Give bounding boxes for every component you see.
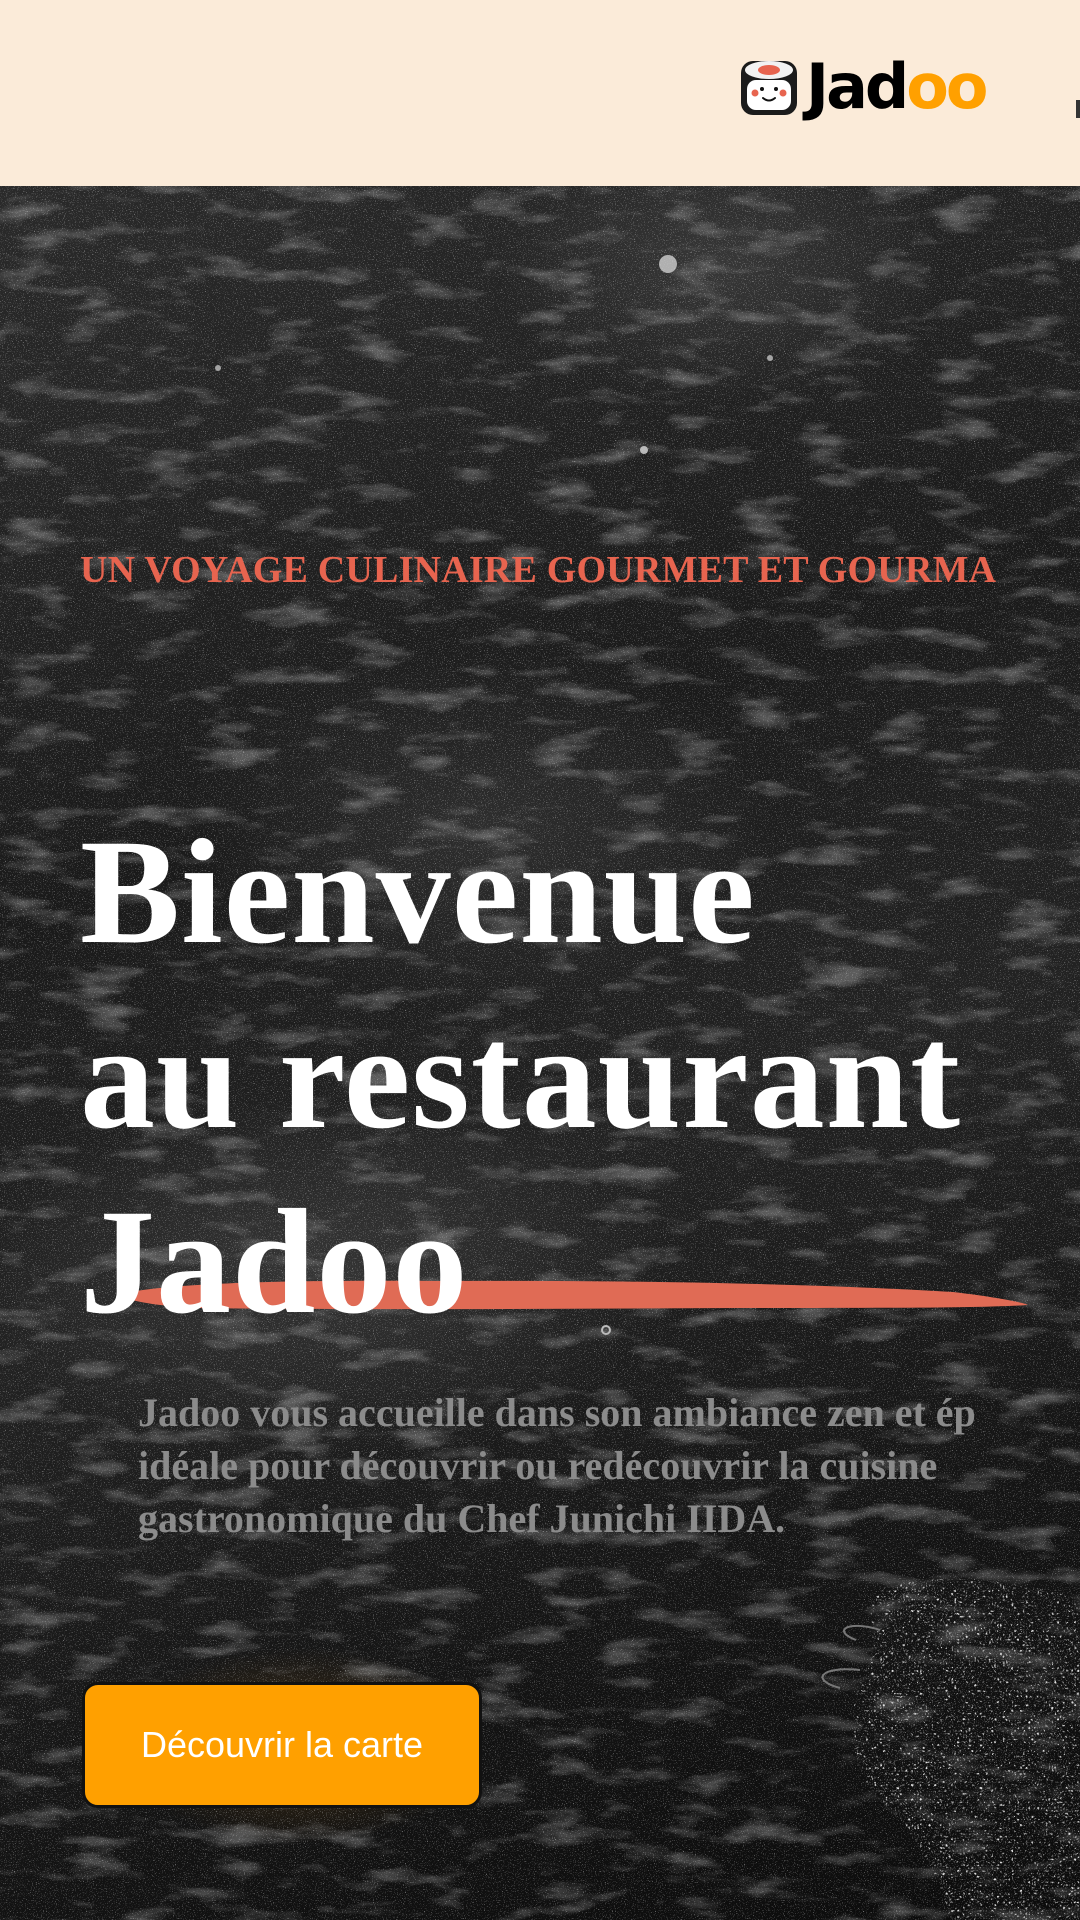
menu-toggle-icon[interactable] [1076, 100, 1080, 118]
brand-wordmark: Jadoo [806, 50, 989, 123]
brand-suffix: oo [906, 50, 988, 123]
hero-tagline: UN VOYAGE CULINAIRE GOURMET ET GOURMA [80, 549, 997, 591]
brand-prefix: Jad [806, 50, 909, 123]
sushi-roll-mascot-icon [741, 61, 797, 115]
discover-menu-button[interactable]: Découvrir la carte [82, 1682, 482, 1808]
hero-description-line: Jadoo vous accueille dans son ambiance z… [138, 1390, 976, 1435]
hero-title: Bienvenue au restaurant Jadoo [80, 800, 961, 1355]
hero-title-line: Jadoo [80, 1179, 469, 1345]
hero-title-line: Bienvenue [80, 809, 756, 975]
hero-title-line: au restaurant [80, 994, 962, 1160]
cheesecloth-image [821, 1579, 1080, 1920]
hero-description: Jadoo vous accueille dans son ambiance z… [138, 1386, 1080, 1545]
hero-description-line: idéale pour découvrir ou redécouvrir la … [138, 1443, 938, 1488]
hero-section: UN VOYAGE CULINAIRE GOURMET ET GOURMA Bi… [0, 186, 1080, 1920]
brand-logo[interactable]: Jadoo [738, 50, 989, 123]
site-header: Jadoo [0, 0, 1080, 186]
hero-description-line: gastronomique du Chef Junichi IIDA. [138, 1496, 786, 1541]
